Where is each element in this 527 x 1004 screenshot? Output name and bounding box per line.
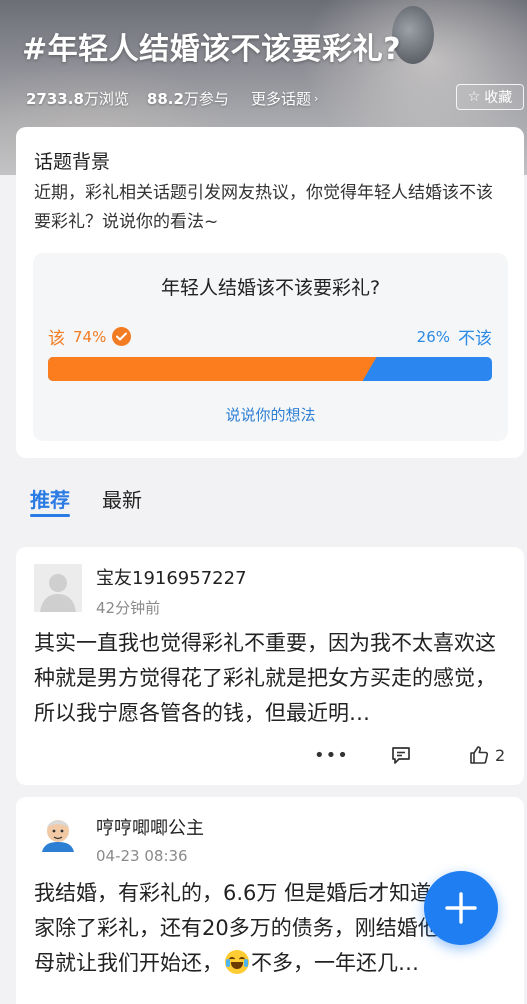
poll-yes-fill — [48, 357, 377, 381]
favorite-label: 收藏 — [484, 90, 513, 106]
tab-latest[interactable]: 最新 — [102, 484, 142, 513]
post-content[interactable]: 其实一直我也觉得彩礼不重要，因为我不太喜欢这种就是男方觉得花了彩礼就是把女方买走… — [34, 626, 512, 731]
create-post-button[interactable] — [424, 871, 498, 945]
share-thoughts-link[interactable]: 说说你的想法 — [33, 404, 508, 425]
post-content-part-2: 不多，一年还几… — [251, 951, 419, 975]
plus-icon — [445, 892, 477, 924]
views-label: 万浏览 — [83, 90, 129, 108]
topic-background-card: 话题背景 近期，彩礼相关话题引发网友热议，你觉得年轻人结婚该不该要彩礼？说说你的… — [16, 127, 524, 458]
poll-no-label: 不该 — [458, 329, 492, 349]
feed-tabs: 推荐 最新 — [30, 484, 174, 517]
poll-yes-percent: 74% — [73, 327, 107, 346]
post-actions — [16, 992, 524, 1004]
post-time: 04-23 08:36 — [96, 847, 188, 865]
poll-question: 年轻人结婚该不该要彩礼? — [160, 277, 381, 299]
poll-yes-label: 该 — [48, 329, 65, 349]
avatar[interactable] — [34, 814, 82, 862]
more-topics-link[interactable]: 更多话题 › — [251, 88, 318, 109]
favorite-button[interactable]: ☆ 收藏 — [456, 84, 524, 110]
post-actions: ••• 2 — [16, 745, 524, 769]
topic-background-title: 话题背景 — [34, 151, 111, 173]
username[interactable]: 宝友1916957227 — [96, 564, 247, 590]
post-content[interactable]: 我结婚，有彩礼的，6.6万 但是婚后才知道他家除了彩礼，还有20多万的债务，刚结… — [34, 876, 464, 981]
views-count: 2733.8 — [26, 89, 84, 108]
more-options-icon[interactable]: ••• — [314, 745, 349, 766]
thumbs-up-icon — [470, 746, 489, 764]
poll-option-yes[interactable]: 该 74% — [48, 324, 132, 349]
tears-of-joy-emoji-icon — [225, 950, 249, 974]
topic-background-text: 近期，彩礼相关话题引发网友热议，你觉得年轻人结婚该不该要彩礼？说说你的看法~ — [34, 183, 493, 232]
tab-recommended[interactable]: 推荐 — [30, 484, 70, 517]
comment-icon[interactable] — [391, 746, 411, 769]
poll-box: 年轻人结婚该不该要彩礼? 该 74% 26% 不该 说说你的想法 — [33, 253, 508, 441]
username[interactable]: 哼哼唧唧公主 — [96, 814, 204, 840]
poll-no-percent: 26% — [416, 327, 450, 346]
topic-stats: 2733.8 万浏览 88.2 万参与 更多话题 › — [26, 88, 318, 109]
post-card[interactable]: 宝友1916957227 42分钟前 其实一直我也觉得彩礼不重要，因为我不太喜欢… — [16, 547, 524, 785]
poll-option-no[interactable]: 26% 不该 — [416, 324, 492, 350]
more-topics-label: 更多话题 — [250, 90, 311, 108]
participants-label: 万参与 — [183, 90, 229, 108]
like-button[interactable]: 2 — [469, 745, 505, 765]
like-count: 2 — [495, 745, 506, 765]
poll-result-bar — [48, 357, 492, 381]
star-icon: ☆ — [467, 89, 481, 105]
chevron-right-icon: › — [313, 92, 319, 105]
check-icon — [112, 327, 132, 346]
post-time: 42分钟前 — [96, 599, 161, 617]
participants-count: 88.2 — [146, 89, 184, 108]
topic-title: #年轻人结婚该不该要彩礼? — [22, 32, 402, 67]
avatar[interactable] — [34, 564, 82, 612]
